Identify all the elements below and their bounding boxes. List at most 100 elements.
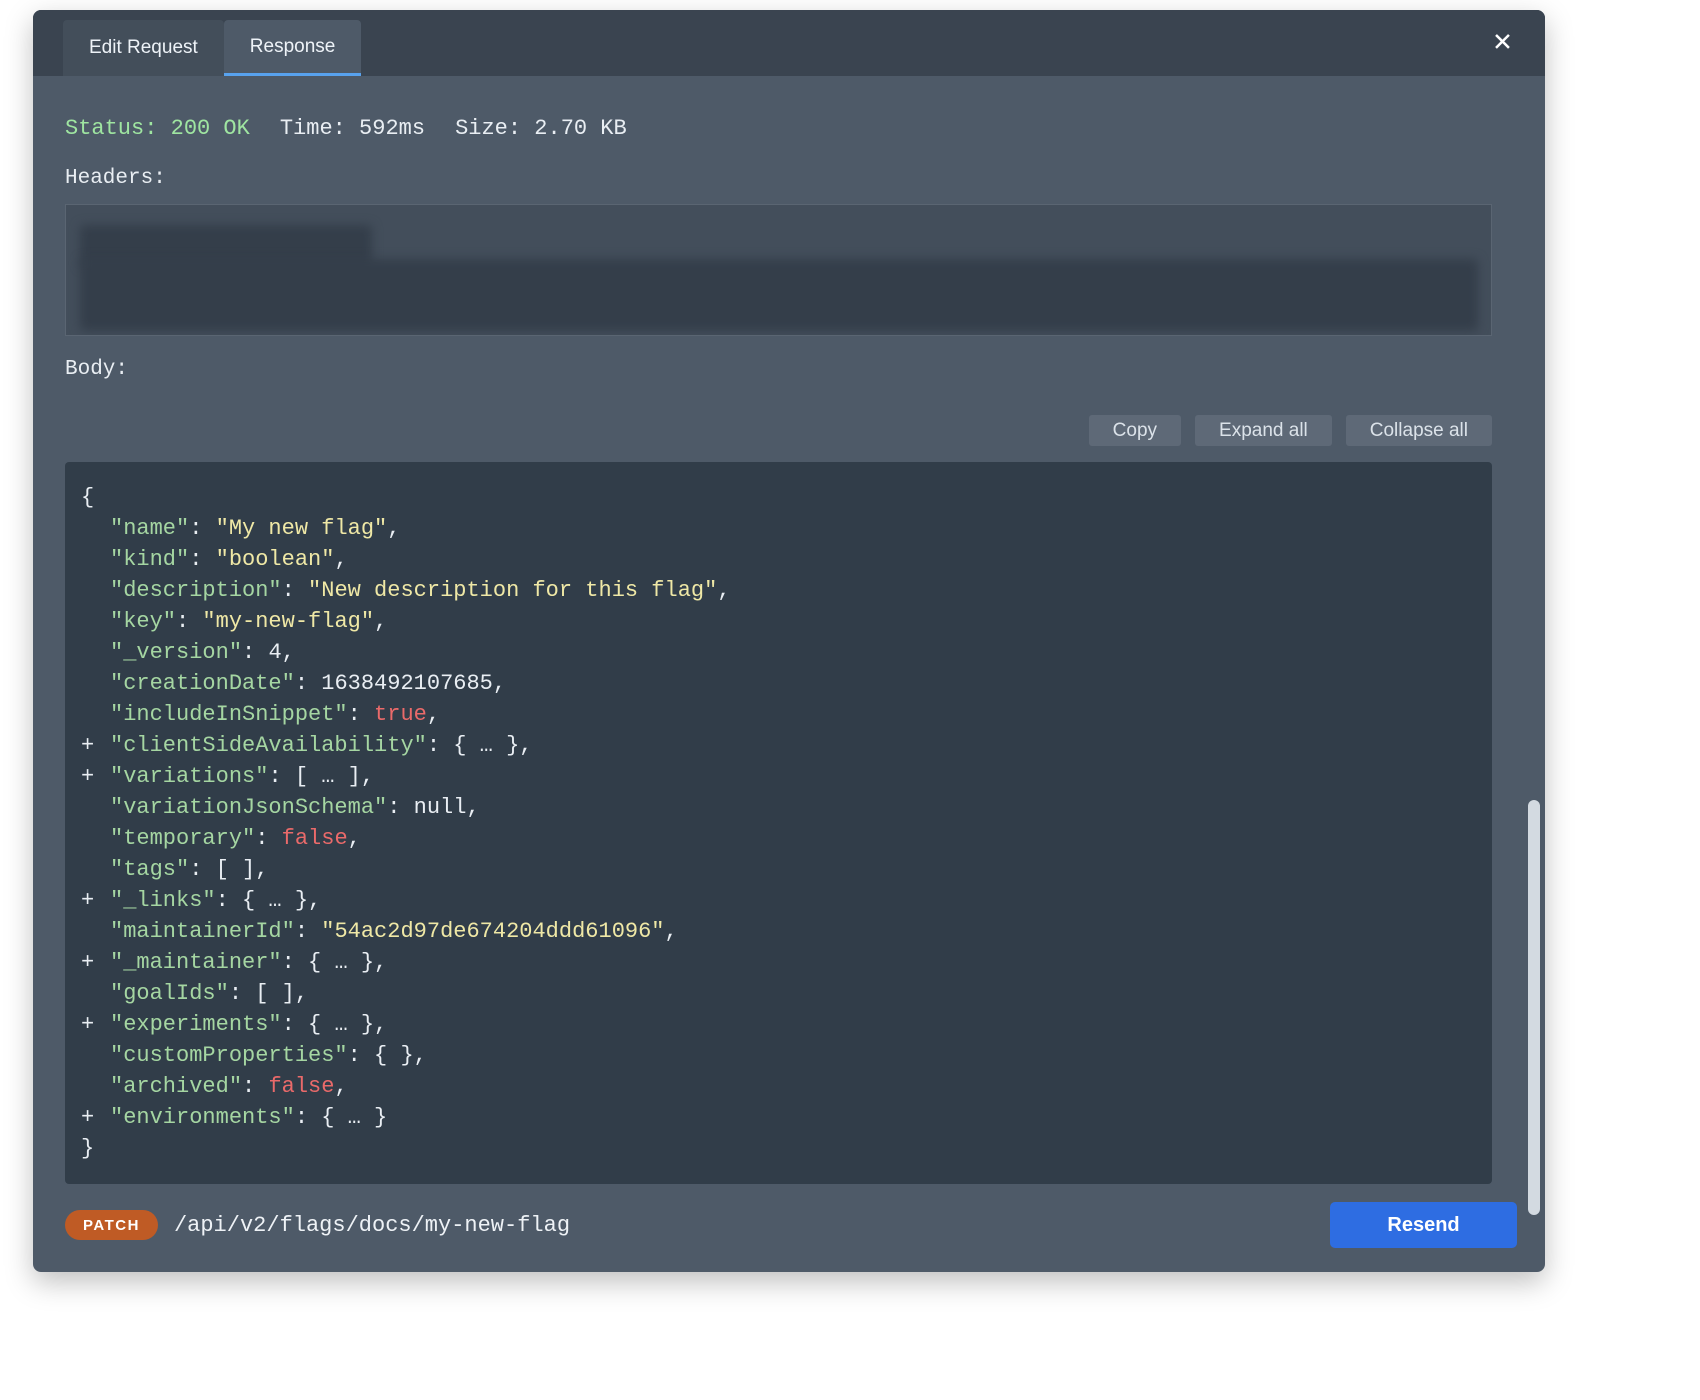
json-token: :: [242, 640, 268, 665]
json-token: true: [374, 702, 427, 727]
json-token: "environments": [110, 1105, 295, 1130]
expand-toggle[interactable]: +: [81, 947, 110, 978]
json-token: "goalIds": [110, 981, 229, 1006]
close-icon[interactable]: ✕: [1492, 31, 1513, 56]
json-token: "_version": [110, 640, 242, 665]
json-line: +"_links": { … },: [65, 885, 1492, 916]
json-token: "key": [110, 609, 176, 634]
json-token: "maintainerId": [110, 919, 295, 944]
json-token: :: [255, 826, 281, 851]
json-token: :: [176, 609, 202, 634]
scrollbar-thumb[interactable]: [1528, 800, 1540, 1215]
headers-label: Headers:: [65, 167, 1492, 190]
json-token: 1638492107685: [321, 671, 493, 696]
collapse-all-button[interactable]: Collapse all: [1346, 415, 1492, 446]
json-token: "boolean": [216, 547, 335, 572]
json-line: "maintainerId": "54ac2d97de674204ddd6109…: [65, 916, 1492, 947]
json-viewer: {"name": "My new flag","kind": "boolean"…: [65, 462, 1492, 1184]
json-line: "description": "New description for this…: [65, 575, 1492, 606]
json-token: : [ ],: [229, 981, 308, 1006]
json-line: }: [65, 1133, 1492, 1164]
json-token: ,: [374, 609, 387, 634]
json-token: :: [189, 516, 215, 541]
json-token: "includeInSnippet": [110, 702, 348, 727]
json-token: ,: [493, 671, 506, 696]
json-token: "New description for this flag": [308, 578, 717, 603]
response-content: Status: 200 OK Time: 592ms Size: 2.70 KB…: [33, 116, 1545, 1184]
json-token: ,: [665, 919, 678, 944]
json-token: ,: [334, 547, 347, 572]
json-token: : [ ],: [189, 857, 268, 882]
json-line: +"experiments": { … },: [65, 1009, 1492, 1040]
tab-edit-request[interactable]: Edit Request: [63, 20, 224, 76]
resend-button[interactable]: Resend: [1330, 1202, 1517, 1248]
json-line: "name": "My new flag",: [65, 513, 1492, 544]
json-token: : [ … ],: [268, 764, 374, 789]
json-line: "key": "my-new-flag",: [65, 606, 1492, 637]
json-token: :: [189, 547, 215, 572]
json-token: "experiments": [110, 1012, 282, 1037]
json-token: "customProperties": [110, 1043, 348, 1068]
json-token: "clientSideAvailability": [110, 733, 427, 758]
expand-all-button[interactable]: Expand all: [1195, 415, 1332, 446]
json-token: 4: [268, 640, 281, 665]
expand-toggle[interactable]: +: [81, 761, 110, 792]
json-token: false: [282, 826, 348, 851]
json-token: ,: [427, 702, 440, 727]
expand-toggle[interactable]: +: [81, 1102, 110, 1133]
status-row: Status: 200 OK Time: 592ms Size: 2.70 KB: [65, 116, 1492, 141]
json-token: "tags": [110, 857, 189, 882]
json-token: false: [268, 1074, 334, 1099]
json-token: "name": [110, 516, 189, 541]
body-label: Body:: [65, 358, 1492, 381]
json-token: : { … },: [427, 733, 533, 758]
redacted-headers-blur: [80, 259, 1478, 331]
body-toolbar: Copy Expand all Collapse all: [65, 415, 1492, 446]
json-line: +"_maintainer": { … },: [65, 947, 1492, 978]
json-token: "creationDate": [110, 671, 295, 696]
json-token: : { },: [348, 1043, 427, 1068]
json-token: "variationJsonSchema": [110, 795, 387, 820]
dialog-tab-bar: Edit Request Response ✕: [33, 10, 1545, 76]
json-line: "variationJsonSchema": null,: [65, 792, 1492, 823]
json-token: "_links": [110, 888, 216, 913]
json-token: ,: [717, 578, 730, 603]
json-line: "temporary": false,: [65, 823, 1492, 854]
json-token: null: [414, 795, 467, 820]
json-token: :: [242, 1074, 268, 1099]
expand-toggle[interactable]: +: [81, 885, 110, 916]
json-token: {: [81, 485, 94, 510]
json-line: "archived": false,: [65, 1071, 1492, 1102]
status-text: Status: 200 OK: [65, 116, 250, 141]
json-token: ,: [282, 640, 295, 665]
json-token: :: [387, 795, 413, 820]
json-line: +"variations": [ … ],: [65, 761, 1492, 792]
copy-button[interactable]: Copy: [1089, 415, 1181, 446]
json-token: :: [348, 702, 374, 727]
expand-toggle[interactable]: +: [81, 730, 110, 761]
json-line: "goalIds": [ ],: [65, 978, 1492, 1009]
size-text: Size: 2.70 KB: [455, 116, 627, 141]
json-token: ,: [466, 795, 479, 820]
method-badge: PATCH: [65, 1210, 158, 1240]
json-token: ,: [334, 1074, 347, 1099]
response-dialog: Edit Request Response ✕ Status: 200 OK T…: [33, 10, 1545, 1272]
expand-toggle[interactable]: +: [81, 1009, 110, 1040]
json-line: +"clientSideAvailability": { … },: [65, 730, 1492, 761]
tab-response[interactable]: Response: [224, 20, 362, 76]
json-token: "my-new-flag": [202, 609, 374, 634]
json-token: : { … },: [216, 888, 322, 913]
json-token: "archived": [110, 1074, 242, 1099]
json-token: "_maintainer": [110, 950, 282, 975]
json-token: : { … },: [282, 1012, 388, 1037]
json-token: "variations": [110, 764, 268, 789]
json-token: :: [295, 671, 321, 696]
json-line: +"environments": { … }: [65, 1102, 1492, 1133]
json-line: "customProperties": { },: [65, 1040, 1492, 1071]
json-token: : { … },: [282, 950, 388, 975]
json-line: "creationDate": 1638492107685,: [65, 668, 1492, 699]
json-token: "54ac2d97de674204ddd61096": [321, 919, 664, 944]
json-line: "includeInSnippet": true,: [65, 699, 1492, 730]
time-text: Time: 592ms: [280, 116, 425, 141]
json-line: "_version": 4,: [65, 637, 1492, 668]
